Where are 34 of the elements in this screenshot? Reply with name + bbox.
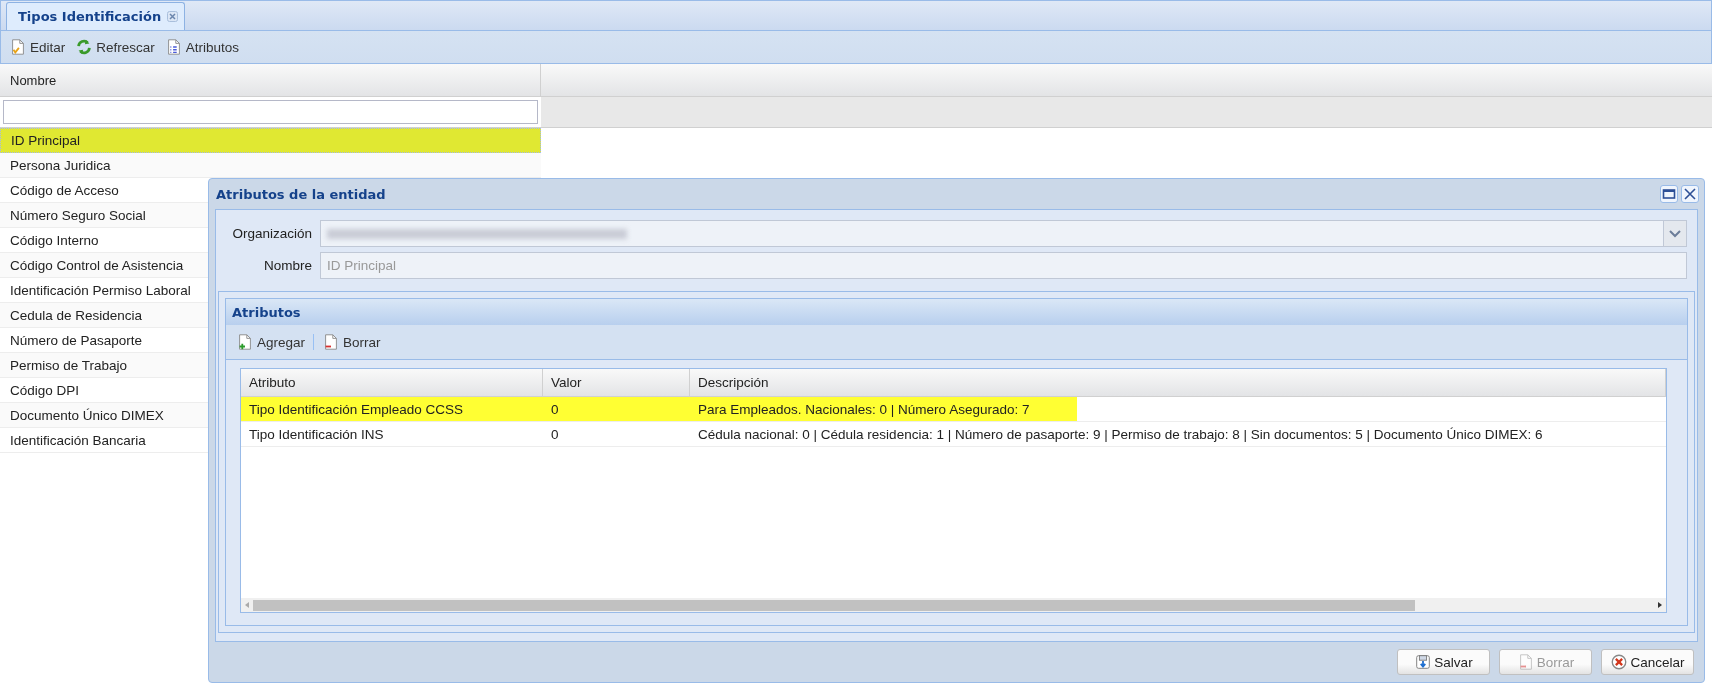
toolbar-button[interactable]: Agregar xyxy=(234,330,308,354)
refresh-icon xyxy=(75,37,94,57)
column-header[interactable]: Descripción xyxy=(690,369,1666,396)
column-header[interactable]: Valor xyxy=(543,369,690,396)
table-cell: Tipo Identificación Empleado CCSS xyxy=(241,397,543,421)
scrollbar-thumb[interactable] xyxy=(253,599,1415,611)
save-icon xyxy=(1414,652,1433,672)
add-document-icon xyxy=(236,332,254,352)
dialog-title: Atributos de la entidad xyxy=(216,186,386,202)
toolbar-button[interactable]: Editar xyxy=(7,35,68,59)
filter-field[interactable] xyxy=(3,100,538,124)
list-row[interactable]: ID Principal xyxy=(0,128,541,153)
cancel-icon xyxy=(1610,652,1629,672)
table-cell-text: Tipo Identificación INS xyxy=(248,425,385,444)
field-label: Organización xyxy=(231,226,312,241)
table-cell-text: 0 xyxy=(550,425,560,444)
dialog-button[interactable]: Salvar xyxy=(1397,649,1490,675)
table-cell: 0 xyxy=(543,397,690,421)
close-button[interactable] xyxy=(1681,185,1699,203)
edit-icon xyxy=(9,37,27,57)
list-row[interactable]: Persona Juridica xyxy=(0,153,541,178)
column-header[interactable]: Atributo xyxy=(241,369,543,396)
toolbar-button[interactable]: Refrescar xyxy=(73,35,157,59)
table-cell: Para Empleados. Nacionales: 0 | Número Asegurado: 7 xyxy=(690,397,1078,421)
table-cell-text: Cédula nacional: 0 | Cédula residencia: 1 | Número de pasaporte: 9 | Permiso de trabajo: 8 | Sin documentos: 5 | Documento Único DIMEX: 6 xyxy=(697,425,1544,444)
toolbar-button[interactable]: Atributos xyxy=(162,35,242,59)
maximize-button[interactable] xyxy=(1660,185,1678,203)
panel-title: Atributos xyxy=(226,299,1687,325)
tab[interactable]: Tipos Identificación xyxy=(6,2,186,30)
field-label: Nombre xyxy=(263,258,312,273)
close-icon[interactable] xyxy=(167,11,179,22)
chevron-down-icon[interactable] xyxy=(1669,229,1681,238)
dialog-button[interactable]: Cancelar xyxy=(1601,649,1694,675)
toolbar-button[interactable]: Borrar xyxy=(320,330,383,354)
